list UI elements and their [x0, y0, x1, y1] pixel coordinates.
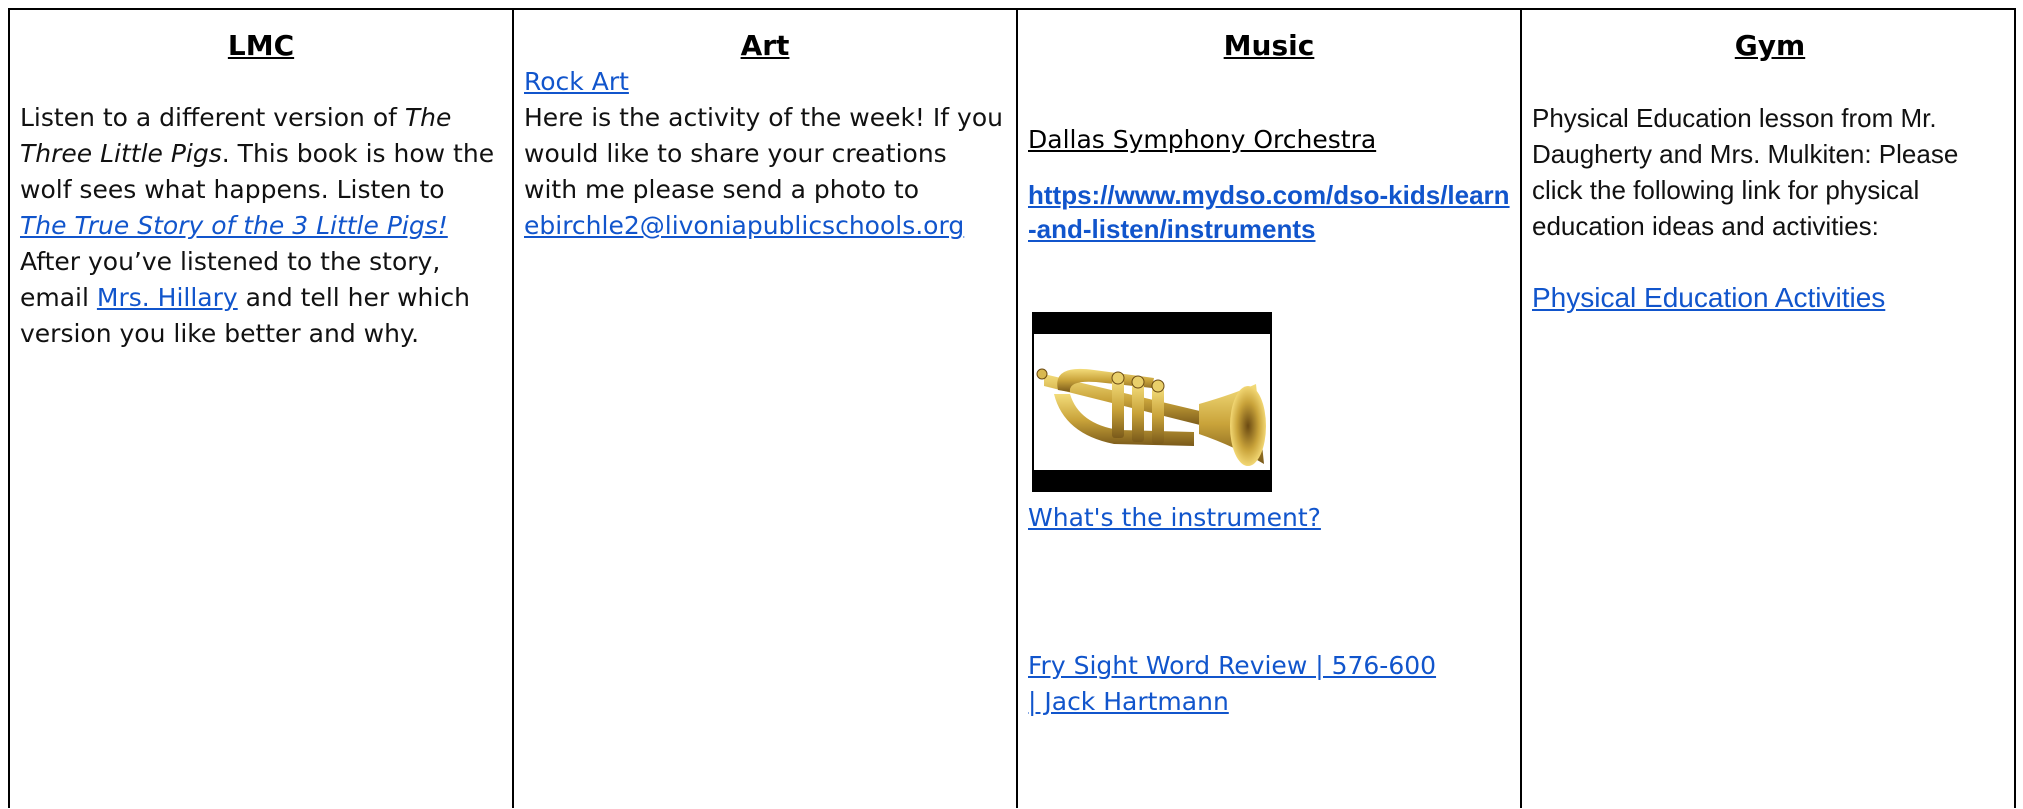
dso-instruments-link[interactable]: https://www.mydso.com/dso-kids/learn-and… — [1028, 180, 1510, 244]
gym-heading: Gym — [1734, 29, 1806, 62]
fry-link-wrap: Fry Sight Word Review | 576-600 | Jack H… — [1028, 648, 1510, 720]
mrs-hillary-email-link[interactable]: Mrs. Hillary — [97, 283, 238, 312]
orchestra-title: Dallas Symphony Orchestra — [1028, 125, 1377, 154]
music-column: Music Dallas Symphony Orchestra https://… — [1018, 10, 1522, 808]
rock-art-link[interactable]: Rock Art — [524, 67, 629, 96]
music-url: https://www.mydso.com/dso-kids/learn-and… — [1028, 178, 1510, 246]
true-story-link[interactable]: The True Story of the 3 Little Pigs! — [20, 211, 448, 240]
fry-sight-word-link[interactable]: Fry Sight Word Review | 576-600 | Jack H… — [1028, 651, 1436, 716]
music-orchestra: Dallas Symphony Orchestra — [1028, 122, 1510, 158]
activities-table: LMC Listen to a different version of The… — [8, 8, 2016, 808]
trumpet-image — [1034, 334, 1270, 470]
gym-column: Gym Physical Education lesson from Mr. D… — [1522, 10, 2018, 808]
whats-the-instrument-link[interactable]: What's the instrument? — [1028, 503, 1321, 532]
trumpet-image-wrap — [1028, 312, 1510, 492]
art-column: Art Rock Art Here is the activity of the… — [514, 10, 1018, 808]
lmc-column: LMC Listen to a different version of The… — [10, 10, 514, 808]
physical-education-activities-link[interactable]: Physical Education Activities — [1532, 282, 1885, 313]
trumpet-thumbnail[interactable] — [1032, 312, 1272, 492]
lmc-text-1: Listen to a different version of — [20, 103, 405, 132]
lmc-heading: LMC — [227, 29, 295, 62]
art-heading: Art — [740, 29, 790, 62]
lmc-text: Listen to a different version of The Thr… — [20, 100, 502, 352]
art-email-link[interactable]: ebirchle2@livoniapublicschools.org — [524, 211, 964, 240]
art-body: Here is the activity of the week! If you… — [524, 103, 1003, 204]
gym-body: Physical Education lesson from Mr. Daugh… — [1532, 103, 1959, 241]
trumpet-icon — [1036, 368, 1266, 466]
pe-link-wrap: Physical Education Activities — [1532, 280, 2008, 316]
art-text: Rock Art Here is the activity of the wee… — [524, 64, 1006, 244]
instrument-link-wrap: What's the instrument? — [1028, 500, 1510, 536]
music-heading: Music — [1223, 29, 1315, 62]
